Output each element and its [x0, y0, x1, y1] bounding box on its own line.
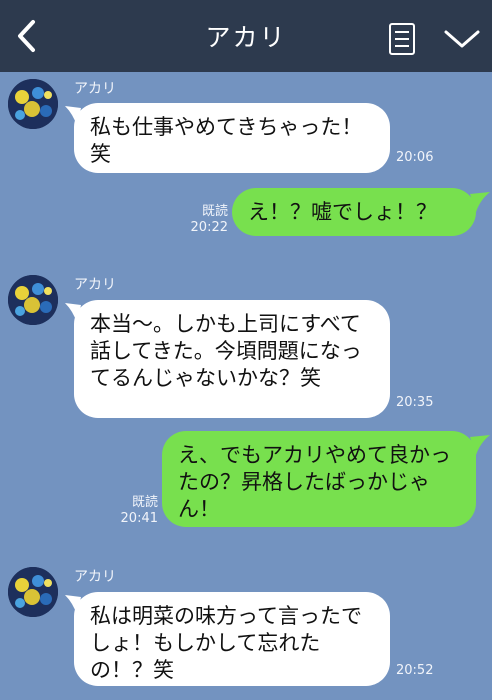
message-text: 私は明菜の味方って言ったでしょ！もしかして忘れたの！？笑 — [90, 604, 362, 682]
chevron-down-icon — [444, 30, 480, 48]
chat-title: アカリ — [205, 23, 287, 52]
message-text: 本当〜。しかも上司にすべて話してきた。今頃問題になってるんじゃないかな？笑 — [90, 312, 362, 390]
expand-button[interactable] — [440, 24, 484, 54]
message-bubble-incoming[interactable]: 本当〜。しかも上司にすべて話してきた。今頃問題になってるんじゃないかな？笑 — [74, 300, 390, 418]
back-button[interactable] — [6, 14, 46, 58]
avatar-image — [8, 79, 58, 129]
message-text: え！？嘘でしょ！？ — [248, 200, 437, 224]
avatar-image — [8, 567, 58, 617]
avatar[interactable] — [8, 79, 58, 129]
bubble-tail — [470, 435, 490, 455]
menu-list-icon — [389, 23, 415, 55]
menu-button[interactable] — [386, 22, 418, 56]
read-label: 既読 — [201, 204, 228, 219]
message-time: 20:35 — [396, 395, 434, 410]
chevron-left-icon — [18, 20, 35, 52]
message-time: 20:06 — [396, 150, 434, 165]
avatar[interactable] — [8, 567, 58, 617]
message-text: え、でもアカリやめて良かったの？昇格したばっかじゃん！ — [178, 443, 451, 521]
avatar[interactable] — [8, 275, 58, 325]
sender-name: アカリ — [74, 277, 116, 293]
sender-name: アカリ — [74, 569, 116, 585]
message-bubble-outgoing[interactable]: え、でもアカリやめて良かったの？昇格したばっかじゃん！ — [162, 431, 476, 527]
chat-header: アカリ — [0, 0, 492, 72]
read-label: 既読 — [131, 495, 158, 510]
sender-name: アカリ — [74, 81, 116, 97]
message-time: 20:22 — [190, 220, 228, 235]
message-bubble-incoming[interactable]: 私は明菜の味方って言ったでしょ！もしかして忘れたの！？笑 — [74, 592, 390, 686]
message-text: 私も仕事やめてきちゃった！笑 — [90, 115, 363, 166]
message-bubble-outgoing[interactable]: え！？嘘でしょ！？ — [232, 188, 476, 236]
message-bubble-incoming[interactable]: 私も仕事やめてきちゃった！笑 — [74, 103, 390, 173]
bubble-tail — [470, 192, 490, 212]
avatar-image — [8, 275, 58, 325]
read-receipt: 既読 20:41 — [116, 495, 158, 527]
message-time: 20:41 — [120, 511, 158, 526]
message-time: 20:52 — [396, 663, 434, 678]
read-receipt: 既読 20:22 — [186, 204, 228, 236]
